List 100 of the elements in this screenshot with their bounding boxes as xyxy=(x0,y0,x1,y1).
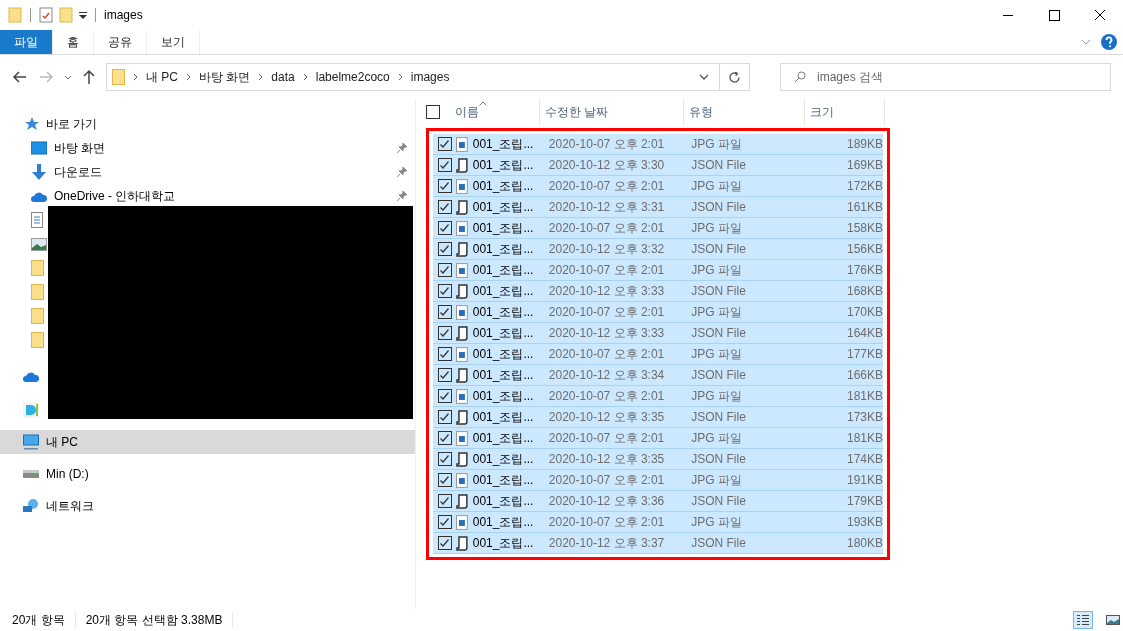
row-checkbox[interactable] xyxy=(438,137,452,151)
file-row[interactable]: 001_조립... 2020-10-12 오후 3:36 JSON File 179KB xyxy=(433,491,883,512)
sidebar-item[interactable]: 내 PC xyxy=(0,430,415,454)
sidebar-item[interactable]: Min (D:) xyxy=(0,462,415,486)
table-cell-text: 181KB xyxy=(845,431,883,445)
chevron-icon[interactable] xyxy=(302,73,308,81)
row-checkbox[interactable] xyxy=(438,158,452,172)
recent-icon[interactable] xyxy=(64,74,72,80)
file-name: 001_조립... xyxy=(472,429,535,447)
table-cell-text: JSON File xyxy=(691,536,747,550)
folder-icon xyxy=(31,308,44,324)
sidebar-item[interactable]: 다운로드 xyxy=(0,160,415,184)
table-cell-text: 2020-10-12 오후 3:34 xyxy=(548,366,666,384)
file-row[interactable]: 001_조립... 2020-10-12 오후 3:33 JSON File 164KB xyxy=(433,323,883,344)
file-row[interactable]: 001_조립... 2020-10-07 오후 2:01 JPG 파일 189KB xyxy=(433,134,883,155)
chevron-icon[interactable] xyxy=(397,73,403,81)
file-row[interactable]: 001_조립... 2020-10-12 오후 3:30 JSON File 169KB xyxy=(433,155,883,176)
script-file-icon xyxy=(455,241,468,257)
file-row[interactable]: 001_조립... 2020-10-12 오후 3:32 JSON File 156KB xyxy=(433,239,883,260)
row-checkbox[interactable] xyxy=(438,284,452,298)
table-cell-text: 2020-10-07 오후 2:01 xyxy=(548,471,666,489)
breadcrumb[interactable]: labelme2coco xyxy=(315,70,390,84)
file-row[interactable]: 001_조립... 2020-10-07 오후 2:01 JPG 파일 181KB xyxy=(433,386,883,407)
row-checkbox[interactable] xyxy=(438,200,452,214)
breadcrumb[interactable]: images xyxy=(410,70,450,84)
file-name: 001_조립... xyxy=(472,261,535,279)
table-cell-text: 2020-10-12 오후 3:30 xyxy=(548,156,666,174)
row-checkbox[interactable] xyxy=(438,305,452,319)
row-checkbox[interactable] xyxy=(438,452,452,466)
row-checkbox[interactable] xyxy=(438,536,452,550)
file-row[interactable]: 001_조립... 2020-10-07 오후 2:01 JPG 파일 176KB xyxy=(433,260,883,281)
select-all-checkbox[interactable] xyxy=(426,105,440,119)
row-checkbox[interactable] xyxy=(438,347,452,361)
row-checkbox[interactable] xyxy=(438,263,452,277)
row-checkbox[interactable] xyxy=(438,389,452,403)
file-row[interactable]: 001_조립... 2020-10-12 오후 3:37 JSON File 180KB xyxy=(433,533,883,554)
chevron-icon[interactable] xyxy=(258,73,264,81)
cloud-icon xyxy=(31,190,47,202)
table-cell-text: 2020-10-07 오후 2:01 xyxy=(548,261,666,279)
file-name: 001_조립... xyxy=(472,177,535,195)
file-row[interactable]: 001_조립... 2020-10-07 오후 2:01 JPG 파일 181KB xyxy=(433,428,883,449)
dropdown-icon[interactable] xyxy=(79,11,87,19)
breadcrumb[interactable]: data xyxy=(271,70,295,84)
pin-icon[interactable] xyxy=(397,167,407,177)
up-icon[interactable] xyxy=(82,69,96,85)
ribbon-tab[interactable]: 파일 xyxy=(0,30,53,54)
column-header[interactable]: 유형 xyxy=(684,99,805,125)
column-header[interactable]: 이름 xyxy=(450,99,540,125)
row-checkbox[interactable] xyxy=(438,410,452,424)
computer-icon xyxy=(23,434,39,450)
file-row[interactable]: 001_조립... 2020-10-12 오후 3:35 JSON File 173KB xyxy=(433,407,883,428)
row-checkbox[interactable] xyxy=(438,179,452,193)
row-checkbox[interactable] xyxy=(438,221,452,235)
breadcrumb[interactable]: 내 PC xyxy=(146,68,178,86)
row-checkbox[interactable] xyxy=(438,326,452,340)
file-row[interactable]: 001_조립... 2020-10-12 오후 3:31 JSON File 161KB xyxy=(433,197,883,218)
column-header[interactable]: 크기 xyxy=(805,99,885,125)
row-checkbox[interactable] xyxy=(438,431,452,445)
table-cell-text: 179KB xyxy=(845,494,883,508)
table-cell-text: 2020-10-07 오후 2:01 xyxy=(548,303,666,321)
chevron-icon[interactable] xyxy=(186,73,191,81)
sidebar-item[interactable]: OneDrive - 인하대학교 xyxy=(0,184,415,208)
file-row[interactable]: 001_조립... 2020-10-07 오후 2:01 JPG 파일 177KB xyxy=(433,344,883,365)
table-cell-text: 170KB xyxy=(845,305,883,319)
chevron-icon[interactable] xyxy=(133,73,138,81)
sidebar-item[interactable]: 네트워크 xyxy=(0,494,415,518)
table-cell-text: JSON File xyxy=(691,452,747,466)
file-row[interactable]: 001_조립... 2020-10-07 오후 2:01 JPG 파일 158KB xyxy=(433,218,883,239)
help-icon[interactable] xyxy=(1101,34,1117,50)
app-icon xyxy=(23,402,39,418)
refresh-button[interactable] xyxy=(720,63,750,91)
file-row[interactable]: 001_조립... 2020-10-12 오후 3:33 JSON File 168KB xyxy=(433,281,883,302)
pin-icon[interactable] xyxy=(397,191,407,201)
dropdown-icon[interactable] xyxy=(699,74,709,80)
row-checkbox[interactable] xyxy=(438,242,452,256)
details-view-button[interactable] xyxy=(1073,611,1093,629)
table-cell-text: JPG 파일 xyxy=(691,513,743,531)
address-bar[interactable]: 내 PC 바탕 화면 data labelme2coco images xyxy=(106,63,720,91)
file-row[interactable]: 001_조립... 2020-10-07 오후 2:01 JPG 파일 193KB xyxy=(433,512,883,533)
file-row[interactable]: 001_조립... 2020-10-07 오후 2:01 JPG 파일 172KB xyxy=(433,176,883,197)
row-checkbox[interactable] xyxy=(438,368,452,382)
file-row[interactable]: 001_조립... 2020-10-07 오후 2:01 JPG 파일 191KB xyxy=(433,470,883,491)
chevron-icon[interactable] xyxy=(1081,39,1091,45)
row-checkbox[interactable] xyxy=(438,494,452,508)
file-name: 001_조립... xyxy=(472,366,535,384)
search-field[interactable]: images 검색 xyxy=(780,63,1111,91)
file-row[interactable]: 001_조립... 2020-10-12 오후 3:34 JSON File 166KB xyxy=(433,365,883,386)
file-row[interactable]: 001_조립... 2020-10-12 오후 3:35 JSON File 174KB xyxy=(433,449,883,470)
row-checkbox[interactable] xyxy=(438,473,452,487)
pin-icon[interactable] xyxy=(397,143,407,153)
back-icon[interactable] xyxy=(12,70,28,84)
sidebar-item[interactable]: 바탕 화면 xyxy=(0,136,415,160)
row-checkbox[interactable] xyxy=(438,515,452,529)
properties-icon[interactable] xyxy=(39,7,53,23)
file-name: 001_조립... xyxy=(472,303,535,321)
file-row[interactable]: 001_조립... 2020-10-07 오후 2:01 JPG 파일 170KB xyxy=(433,302,883,323)
file-name: 001_조립... xyxy=(472,240,535,258)
breadcrumb[interactable]: 바탕 화면 xyxy=(199,68,251,86)
sidebar-item[interactable]: 바로 가기 xyxy=(0,112,415,136)
column-header[interactable]: 수정한 날짜 xyxy=(540,99,684,125)
